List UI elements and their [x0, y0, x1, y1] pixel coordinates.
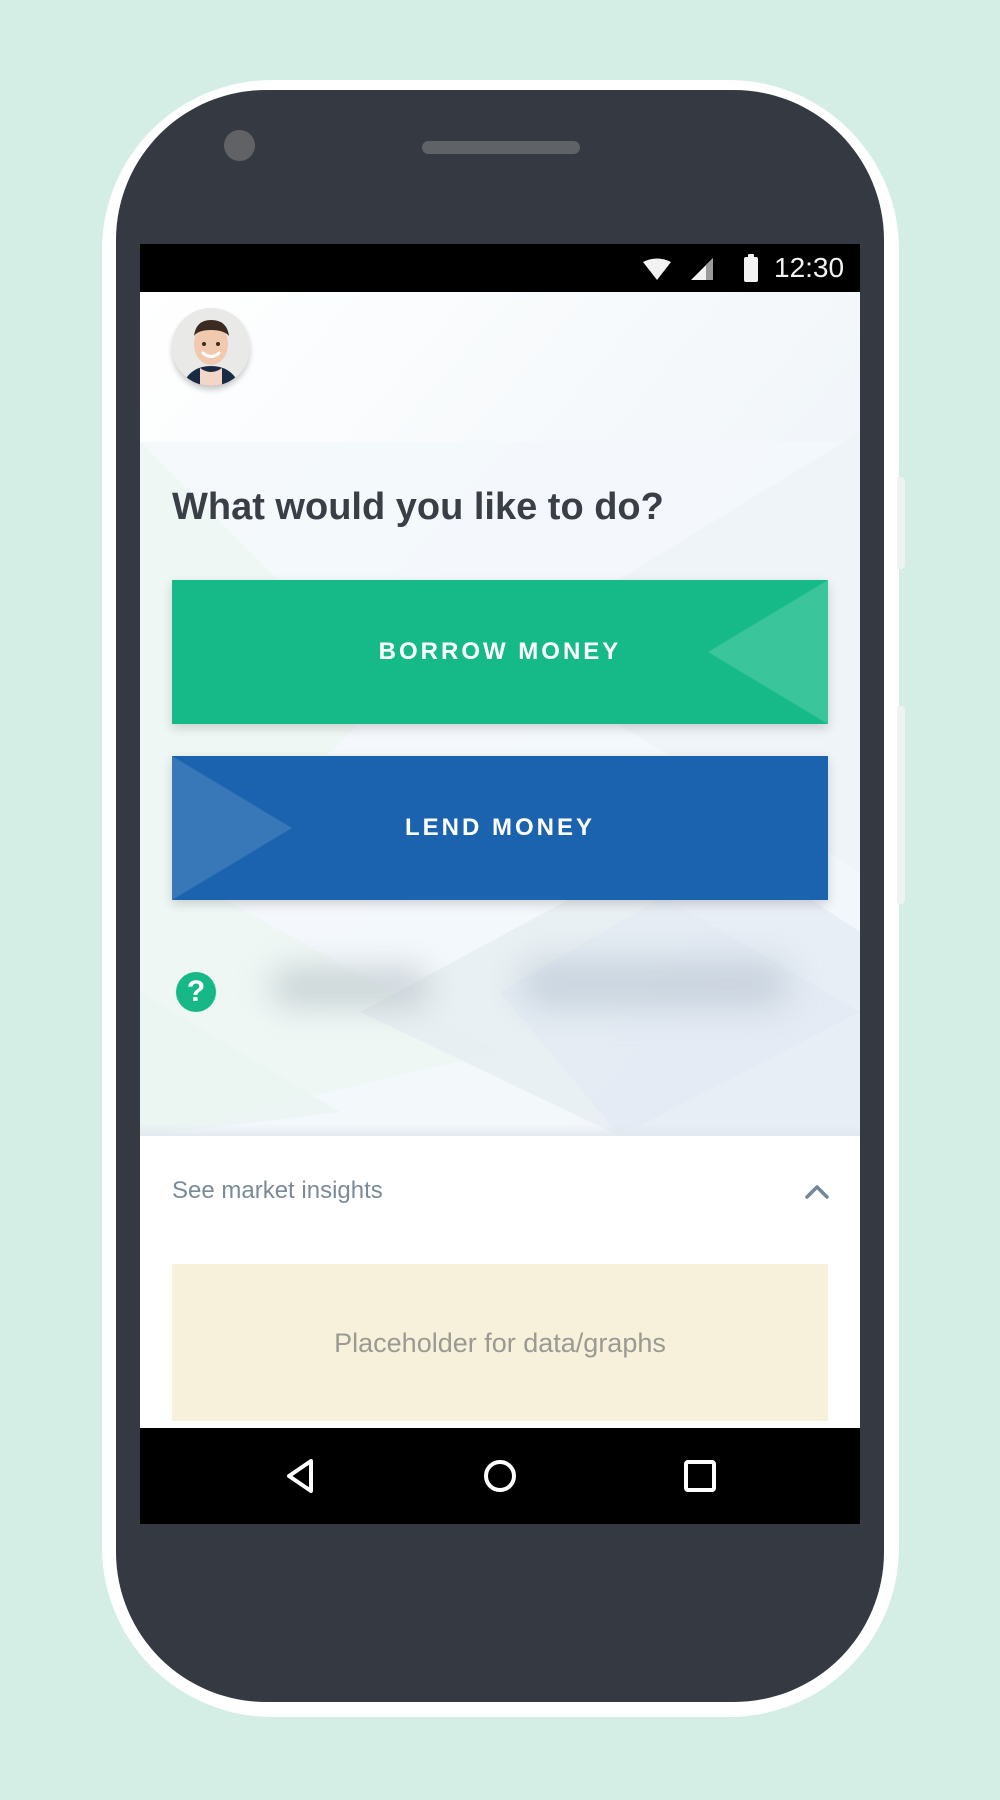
lend-money-button[interactable]: LEND MONEY	[172, 756, 828, 900]
user-avatar-icon	[172, 308, 250, 386]
borrow-money-button[interactable]: BORROW MONEY	[172, 580, 828, 724]
market-insights-label: See market insights	[172, 1177, 383, 1204]
page-title: What would you like to do?	[172, 486, 664, 528]
borrow-money-label: BORROW MONEY	[378, 638, 622, 665]
back-triangle-icon[interactable]	[280, 1456, 320, 1496]
lend-money-label: LEND MONEY	[404, 814, 595, 841]
data-placeholder: Placeholder for data/graphs	[172, 1264, 828, 1421]
home-circle-icon[interactable]	[480, 1456, 520, 1496]
market-insights-panel: See market insights Placeholder for data…	[140, 1136, 860, 1472]
placeholder-text: Placeholder for data/graphs	[334, 1327, 666, 1358]
blurred-placeholder	[520, 962, 790, 1006]
question-mark-icon[interactable]: ?	[176, 972, 216, 1012]
market-insights-toggle[interactable]: See market insights	[140, 1136, 860, 1246]
wifi-icon	[643, 258, 671, 280]
phone-speaker	[422, 141, 580, 154]
battery-icon	[744, 254, 758, 282]
blurred-placeholder	[270, 967, 430, 1007]
recent-apps-square-icon[interactable]	[680, 1456, 720, 1496]
cellular-signal-icon	[691, 258, 713, 280]
navigation-bar	[140, 1428, 860, 1524]
phone-side-button-top	[897, 477, 905, 569]
front-camera	[224, 130, 255, 161]
panel-separator	[140, 1124, 860, 1136]
action-panel: What would you like to do? BORROW MONEY …	[140, 292, 860, 1136]
status-time: 12:30	[774, 252, 845, 283]
status-bar: 12:30	[140, 244, 860, 292]
phone-screen: 12:30 What would you like to do? BORROW …	[140, 244, 860, 1524]
phone-side-button-bottom	[897, 706, 905, 904]
avatar[interactable]	[172, 308, 250, 386]
chevron-up-icon	[805, 1185, 829, 1199]
